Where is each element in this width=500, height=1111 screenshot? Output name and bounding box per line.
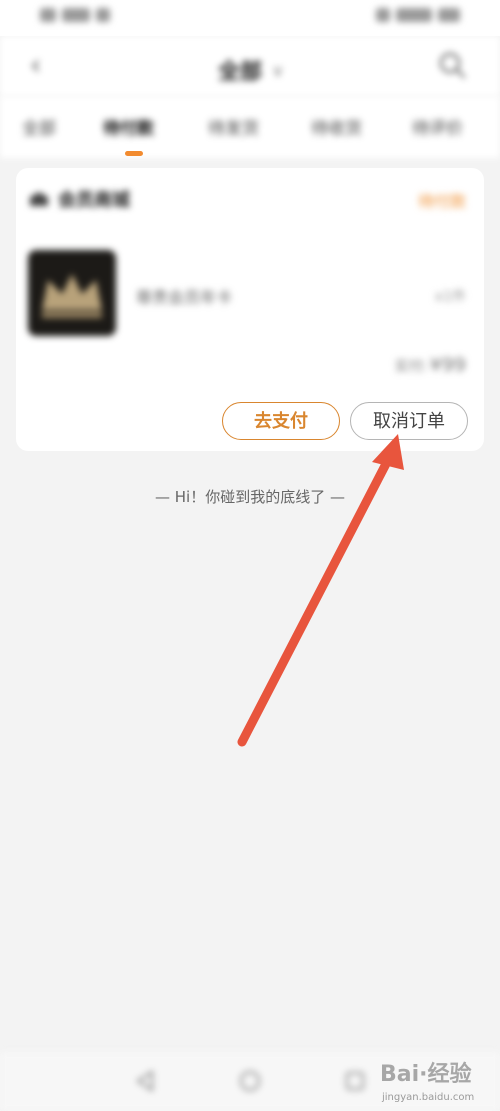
product-name: 尊贵会员年卡 (136, 288, 233, 307)
tab-pending-review[interactable]: 待评价 (412, 114, 463, 139)
baidu-watermark: Bai·经验 (380, 1062, 472, 1087)
signal-icon (40, 8, 56, 22)
nav-back-icon[interactable] (132, 1068, 158, 1094)
network-icon (62, 8, 90, 22)
price-label: 实付: (395, 359, 428, 375)
nav-recents-icon[interactable] (342, 1068, 368, 1094)
order-tabs: 全部 待付款 待发货 待收货 待评价 (0, 96, 500, 158)
back-button[interactable]: ‹ (30, 50, 60, 80)
status-right-indicators (376, 8, 460, 22)
page-title: 全部 (218, 60, 263, 85)
shop-name: 会员商城 (58, 190, 130, 211)
battery-icon (438, 8, 460, 22)
tab-pending-shipment[interactable]: 待发货 (208, 114, 259, 139)
status-left-indicators (40, 8, 110, 22)
order-card[interactable]: 会员商城 待付款 尊贵会员年卡 x1件 实付: ¥99 去支付 取消订单 (16, 168, 484, 451)
battery-info (396, 8, 432, 22)
alarm-icon (376, 8, 390, 22)
price-value: ¥99 (429, 354, 466, 376)
product-image[interactable] (28, 250, 116, 336)
product-quantity: x1件 (434, 289, 466, 305)
watermark-url: jingyan.baidu.com (382, 1092, 475, 1103)
price-row: 实付: ¥99 (395, 354, 466, 376)
crown-icon (42, 274, 102, 318)
wifi-icon (96, 8, 110, 22)
tab-all[interactable]: 全部 (22, 114, 56, 139)
search-button[interactable] (437, 50, 467, 80)
header-bar: ‹ 全部 ∨ (0, 36, 500, 96)
title-dropdown[interactable]: 全部 ∨ (218, 54, 284, 86)
search-icon (439, 52, 466, 79)
shop-icon (30, 192, 48, 206)
list-end-text: — Hi！你碰到我的底线了 — (155, 488, 345, 506)
chevron-down-icon: ∨ (272, 60, 284, 80)
cancel-order-button[interactable]: 取消订单 (350, 402, 468, 440)
nav-home-icon[interactable] (237, 1068, 263, 1094)
order-status-badge: 待付款 (417, 192, 466, 211)
chevron-left-icon: ‹ (30, 48, 42, 81)
shop-row[interactable]: 会员商城 (28, 186, 130, 212)
status-bar (0, 0, 500, 36)
tab-pending-receipt[interactable]: 待收货 (311, 114, 362, 139)
tab-pending-payment[interactable]: 待付款 (103, 114, 154, 139)
pay-button[interactable]: 去支付 (222, 402, 340, 440)
annotation-arrow (237, 434, 404, 747)
active-tab-indicator (125, 151, 143, 156)
